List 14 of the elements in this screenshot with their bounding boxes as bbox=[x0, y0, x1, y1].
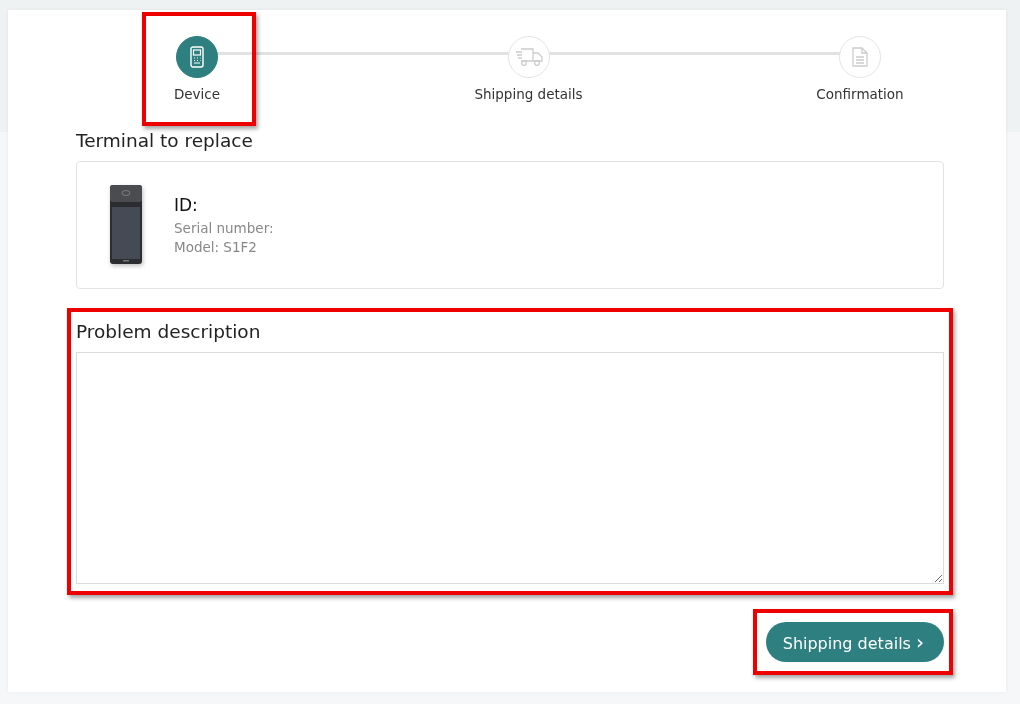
step-label[interactable]: Shipping details bbox=[474, 86, 583, 102]
truck-icon bbox=[514, 47, 543, 67]
step-label[interactable]: Confirmation bbox=[816, 86, 904, 102]
terminal-icon bbox=[190, 46, 204, 68]
next-step-button[interactable]: Shipping details › bbox=[765, 622, 944, 662]
step-circle[interactable] bbox=[176, 36, 218, 78]
model-label: Model: S1F2 bbox=[174, 239, 258, 255]
problem-description-field[interactable] bbox=[76, 352, 944, 584]
step-label[interactable]: Device bbox=[173, 86, 221, 102]
section-title: Terminal to replace bbox=[76, 130, 254, 151]
serial-number-label: Serial number: bbox=[174, 220, 274, 236]
section-title: Problem description bbox=[76, 321, 262, 342]
document-icon bbox=[852, 47, 868, 67]
terminal-id-label: ID: bbox=[174, 195, 199, 215]
